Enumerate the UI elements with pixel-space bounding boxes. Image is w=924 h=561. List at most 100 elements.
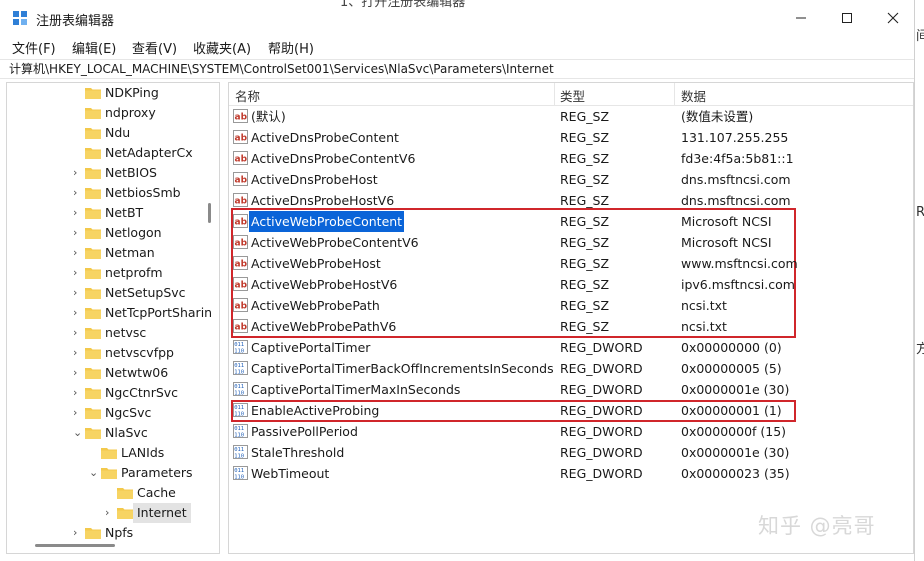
chevron-right-icon[interactable]: ›	[73, 523, 83, 543]
chevron-right-icon[interactable]: ›	[73, 163, 83, 183]
chevron-right-icon[interactable]: ›	[73, 223, 83, 243]
table-row[interactable]: ab ActiveDnsProbeHost REG_SZ dns.msftncsi.c…	[229, 169, 913, 190]
table-row[interactable]: ab ActiveWebProbePathV6 REG_SZ ncsi.txt	[229, 316, 913, 337]
tree-node[interactable]: › Internet	[7, 503, 207, 523]
table-row[interactable]: ab ActiveDnsProbeContentV6 REG_SZ fd3e:4f5a…	[229, 148, 913, 169]
tree-node-label: NgcSvc	[105, 405, 152, 420]
value-name: ActiveWebProbePathV6	[251, 319, 397, 334]
tree-node[interactable]: › netvsc	[7, 323, 207, 343]
tree-node[interactable]: › NetBIOS	[7, 163, 207, 183]
chevron-right-icon[interactable]: ›	[73, 343, 83, 363]
chevron-right-icon[interactable]: ›	[73, 243, 83, 263]
value-data: 131.107.255.255	[681, 130, 789, 145]
value-type: REG_SZ	[560, 151, 610, 166]
chevron-right-icon[interactable]: ›	[73, 283, 83, 303]
table-row[interactable]: 011 110 EnableActiveProbing REG_DWORD 0x0000…	[229, 400, 913, 421]
chevron-right-icon[interactable]: ›	[73, 303, 83, 323]
menu-help[interactable]: 帮助(H)	[268, 38, 314, 57]
table-row[interactable]: 011 110 PassivePollPeriod REG_DWORD 0x000000…	[229, 421, 913, 442]
tree-vertical-scrollbar[interactable]	[208, 203, 211, 223]
address-bar[interactable]: 计算机\HKEY_LOCAL_MACHINE\SYSTEM\ControlSet…	[0, 59, 914, 79]
chevron-right-icon[interactable]: ›	[73, 323, 83, 343]
table-row[interactable]: ab ActiveWebProbeContent REG_SZ Microsoft N…	[229, 211, 913, 232]
menu-favorites[interactable]: 收藏夹(A)	[193, 38, 251, 57]
chevron-right-icon[interactable]: ›	[73, 183, 83, 203]
chevron-right-icon[interactable]: ›	[73, 383, 83, 403]
values-list-pane[interactable]: 名称 类型 数据 ab (默认) REG_SZ (数值未设置) ab ActiveDnsP…	[228, 82, 914, 554]
tree-node[interactable]: › NetbiosSmb	[7, 183, 207, 203]
column-name-header[interactable]: 名称	[235, 86, 260, 105]
string-value-icon: ab	[233, 256, 248, 270]
svg-text:ab: ab	[235, 176, 248, 186]
menu-edit[interactable]: 编辑(E)	[72, 38, 116, 57]
tree-node[interactable]: › Netwtw06	[7, 363, 207, 383]
value-data: www.msftncsi.com	[681, 256, 798, 271]
chevron-right-icon[interactable]: ›	[73, 203, 83, 223]
tree-node[interactable]: NDKPing	[7, 83, 207, 103]
column-divider[interactable]	[674, 83, 675, 105]
tree-node-label: Parameters	[121, 465, 193, 480]
menu-view[interactable]: 查看(V)	[132, 38, 177, 57]
column-divider[interactable]	[554, 83, 555, 105]
table-row[interactable]: ab ActiveDnsProbeContent REG_SZ 131.107.255…	[229, 127, 913, 148]
table-row[interactable]: 011 110 CaptivePortalTimerBackOffIncrement…	[229, 358, 913, 379]
tree-node[interactable]: ⌄ Parameters	[7, 463, 207, 483]
minimize-icon	[796, 17, 806, 19]
value-name: ActiveWebProbePath	[251, 298, 380, 313]
chevron-down-icon[interactable]: ⌄	[73, 423, 83, 443]
string-value-icon: ab	[233, 109, 248, 123]
tree-node[interactable]: › netvscvfpp	[7, 343, 207, 363]
tree-node[interactable]: ndproxy	[7, 103, 207, 123]
chevron-right-icon[interactable]: ›	[73, 263, 83, 283]
table-row[interactable]: ab ActiveWebProbePath REG_SZ ncsi.txt	[229, 295, 913, 316]
tree-node[interactable]: NetAdapterCx	[7, 143, 207, 163]
tree-node[interactable]: › Netlogon	[7, 223, 207, 243]
tree-node[interactable]: ⌄ NlaSvc	[7, 423, 207, 443]
table-row[interactable]: 011 110 WebTimeout REG_DWORD 0x00000023 (35)	[229, 463, 913, 484]
table-row[interactable]: ab ActiveWebProbeHost REG_SZ www.msftncsi.c…	[229, 253, 913, 274]
close-button[interactable]	[870, 0, 914, 36]
svg-text:011: 011	[234, 426, 244, 432]
tree-horizontal-scrollbar[interactable]	[35, 544, 115, 547]
table-row[interactable]: ab ActiveDnsProbeHostV6 REG_SZ dns.msftncsi…	[229, 190, 913, 211]
chevron-right-icon[interactable]: ›	[73, 363, 83, 383]
column-type-header[interactable]: 类型	[560, 86, 585, 105]
folder-icon	[85, 148, 101, 159]
tree-node[interactable]: Cache	[7, 483, 207, 503]
binary-value-icon: 011110	[233, 466, 248, 480]
tree-node-label: NetBT	[105, 205, 144, 220]
tree-node[interactable]: › NetBT	[7, 203, 207, 223]
table-row[interactable]: ab (默认) REG_SZ (数值未设置)	[229, 106, 913, 127]
value-name: WebTimeout	[251, 466, 330, 481]
folder-icon	[85, 408, 101, 419]
title-bar[interactable]: 1、打开注册表编辑器 注册表编辑器	[0, 0, 914, 36]
tree-node[interactable]: › NgcSvc	[7, 403, 207, 423]
tree-node[interactable]: › NetSetupSvc	[7, 283, 207, 303]
chevron-right-icon[interactable]: ›	[73, 403, 83, 423]
table-row[interactable]: 011 110 CaptivePortalTimer REG_DWORD 0x00000…	[229, 337, 913, 358]
minimize-button[interactable]	[778, 0, 824, 36]
table-row[interactable]: 011 110 StaleThreshold REG_DWORD 0x0000001e …	[229, 442, 913, 463]
chevron-right-icon[interactable]: ›	[105, 503, 115, 523]
maximize-button[interactable]	[824, 0, 870, 36]
folder-icon	[85, 168, 101, 179]
value-data: dns.msftncsi.com	[681, 193, 791, 208]
tree-node[interactable]: › NetTcpPortSharin	[7, 303, 212, 323]
tree-node[interactable]: Ndu	[7, 123, 207, 143]
key-tree-pane[interactable]: › Npfs › Internet Cache ⌄ Parameters LANIds ⌄ Nla…	[6, 82, 220, 554]
tree-node[interactable]: › netprofm	[7, 263, 207, 283]
tree-node[interactable]: LANIds	[7, 443, 207, 463]
svg-text:110: 110	[234, 391, 244, 397]
column-data-header[interactable]: 数据	[681, 86, 706, 105]
table-row[interactable]: ab ActiveWebProbeHostV6 REG_SZ ipv6.msftncs…	[229, 274, 913, 295]
svg-text:110: 110	[234, 349, 244, 355]
menu-file[interactable]: 文件(F)	[12, 38, 56, 57]
tree-node[interactable]: › NgcCtnrSvc	[7, 383, 207, 403]
chevron-down-icon[interactable]: ⌄	[89, 463, 99, 483]
svg-text:ab: ab	[235, 134, 248, 144]
tree-node[interactable]: › Npfs	[7, 523, 207, 543]
table-row[interactable]: 011 110 CaptivePortalTimerMaxInSeconds REG_…	[229, 379, 913, 400]
tree-node[interactable]: › Netman	[7, 243, 207, 263]
svg-text:ab: ab	[235, 260, 248, 270]
table-row[interactable]: ab ActiveWebProbeContentV6 REG_SZ Microsoft…	[229, 232, 913, 253]
